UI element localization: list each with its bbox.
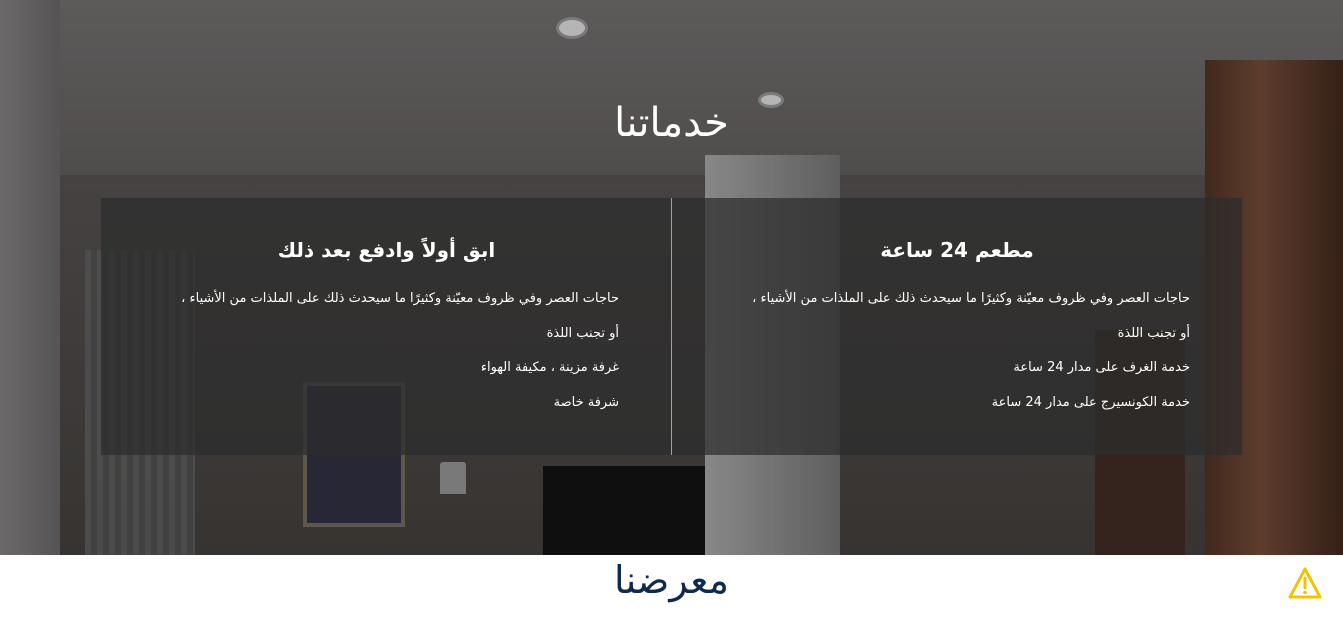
service-title: ابق أولاً وادفع بعد ذلك (277, 238, 496, 262)
service-card-restaurant: مطعم 24 ساعة حاجات العصر وفي ظروف معيّنة… (672, 198, 1242, 455)
service-card-stay-first: ابق أولاً وادفع بعد ذلك حاجات العصر وفي … (102, 198, 672, 455)
services-title: خدماتنا (614, 100, 729, 146)
service-feature: شرفة خاصة (553, 395, 619, 410)
service-title: مطعم 24 ساعة (880, 238, 1034, 262)
service-features: خدمة الغرف على مدار 24 ساعة خدمة الكونسي… (750, 350, 1190, 420)
warning-triangle-icon[interactable] (1288, 566, 1322, 600)
service-feature: خدمة الكونسيرج على مدار 24 ساعة (991, 395, 1190, 410)
services-hero: خدماتنا مطعم 24 ساعة حاجات العصر وفي ظرو… (0, 0, 1343, 555)
service-feature: خدمة الغرف على مدار 24 ساعة (1013, 360, 1190, 375)
service-description: حاجات العصر وفي ظروف معيّنة وكثيرًا ما س… (181, 291, 619, 341)
service-feature: غرفة مزينة ، مكيفة الهواء (480, 360, 619, 375)
service-description: حاجات العصر وفي ظروف معيّنة وكثيرًا ما س… (752, 291, 1190, 341)
services-panel: مطعم 24 ساعة حاجات العصر وفي ظروف معيّنة… (101, 198, 1242, 455)
gallery-title: معرضنا (614, 558, 729, 602)
service-features: غرفة مزينة ، مكيفة الهواء شرفة خاصة (179, 350, 619, 420)
